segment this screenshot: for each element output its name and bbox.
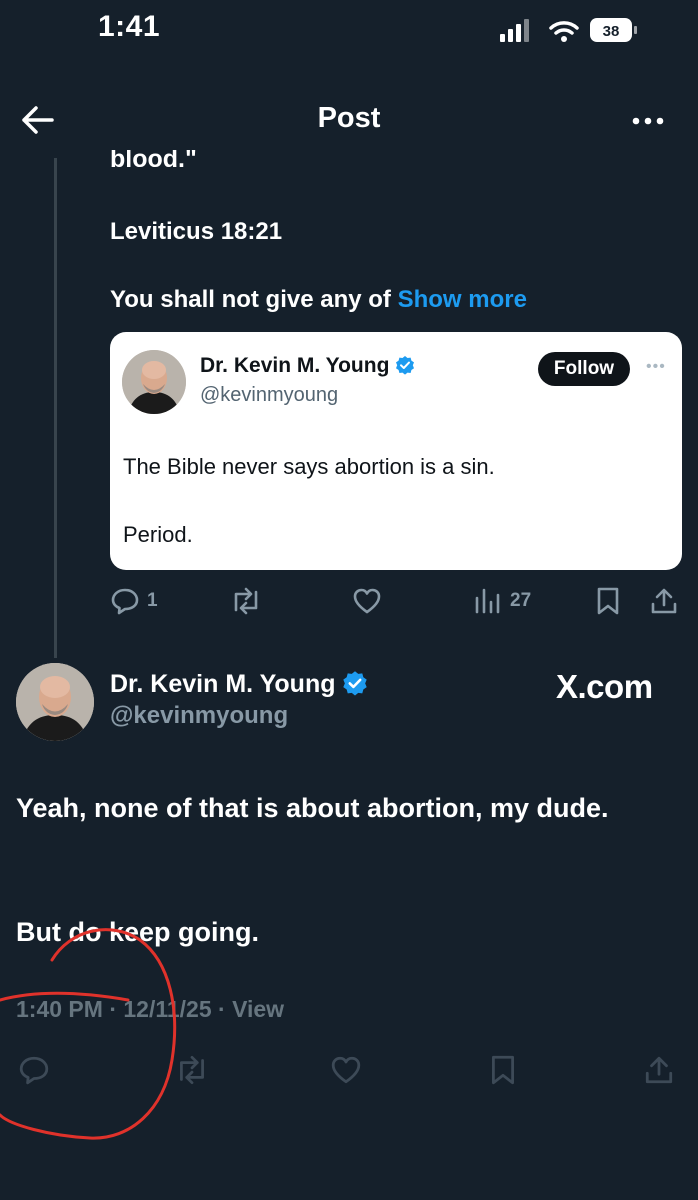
share-icon[interactable] — [650, 586, 678, 616]
status-time: 1:41 — [98, 10, 161, 43]
reply-icon[interactable] — [110, 586, 140, 616]
show-more-link[interactable]: Show more — [398, 286, 527, 313]
like-icon[interactable] — [330, 1054, 362, 1086]
views-count: 27 — [510, 590, 532, 611]
main-author-avatar[interactable] — [16, 663, 94, 741]
post-timestamp[interactable]: 1:40 PM · 12/11/25 · View — [16, 996, 284, 1023]
parent-post-text: You shall not give any of Show more — [110, 282, 527, 317]
quoted-text-line-2: Period. — [123, 522, 193, 547]
verified-badge-icon — [343, 671, 368, 696]
reply-icon[interactable] — [18, 1054, 50, 1086]
parent-post-text-content: You shall not give any of — [110, 286, 391, 313]
main-post-text: Yeah, none of that is about abortion, my… — [16, 793, 609, 823]
quoted-avatar[interactable] — [122, 350, 186, 414]
xcom-watermark: X.com — [556, 668, 653, 705]
bookmark-icon[interactable] — [596, 586, 620, 616]
parent-post-cut-text: blood." — [110, 150, 197, 173]
parent-post-actions: 1 27 — [0, 586, 698, 620]
wifi-icon — [549, 21, 579, 42]
share-icon[interactable] — [644, 1054, 674, 1086]
quoted-author-handle: @kevinmyoung — [200, 384, 339, 406]
signal-icon — [500, 19, 529, 42]
thread-connector-line — [54, 158, 57, 658]
main-post-actions — [0, 1054, 698, 1090]
battery-icon: 38 — [590, 18, 637, 42]
quoted-more-icon[interactable]: ••• — [646, 358, 666, 376]
bookmark-icon[interactable] — [490, 1054, 516, 1086]
views-icon[interactable] — [474, 586, 500, 616]
follow-button[interactable]: Follow — [538, 352, 630, 386]
repost-icon[interactable] — [174, 1054, 210, 1086]
quoted-text-line-1: The Bible never says abortion is a sin. — [123, 454, 495, 479]
like-icon[interactable] — [352, 586, 382, 616]
repost-icon[interactable] — [229, 586, 263, 616]
reply-count: 1 — [147, 590, 158, 611]
page-title: Post — [317, 102, 381, 134]
status-icons: 38 — [500, 18, 637, 42]
main-author-name-text: Dr. Kevin M. Young — [110, 670, 336, 698]
quoted-author-name[interactable]: Dr. Kevin M. Young — [200, 354, 415, 378]
parent-post-reference: Leviticus 18:21 — [110, 218, 283, 245]
more-options-icon[interactable] — [628, 106, 668, 136]
verified-badge-icon — [396, 356, 415, 375]
main-author-handle: @kevinmyoung — [110, 702, 289, 729]
main-post-text-2: But do keep going. — [16, 917, 259, 947]
main-author-name[interactable]: Dr. Kevin M. Young — [110, 670, 368, 699]
quoted-post-card[interactable]: Dr. Kevin M. Young @kevinmyoung Follow •… — [110, 332, 682, 570]
quoted-author-name-text: Dr. Kevin M. Young — [200, 354, 390, 377]
svg-text:38: 38 — [603, 23, 620, 40]
